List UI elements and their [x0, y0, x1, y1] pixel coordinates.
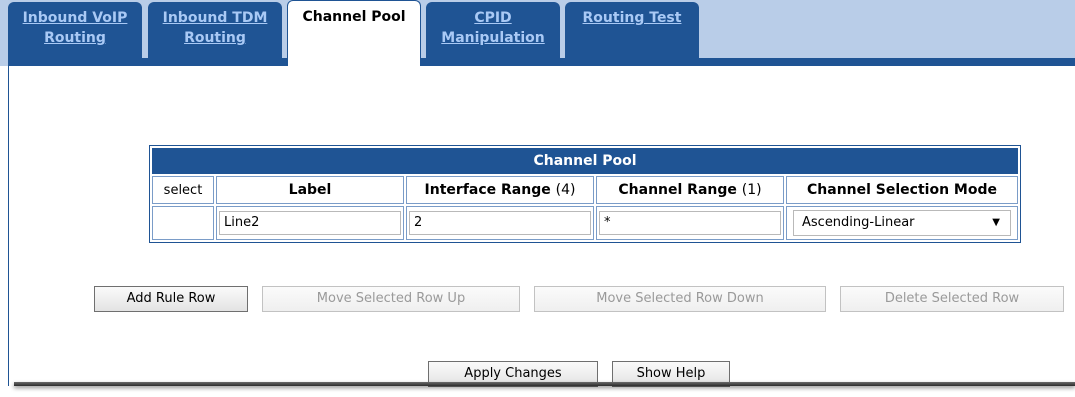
interface-range-input[interactable]: 2	[409, 211, 591, 235]
chevron-down-icon: ▼	[992, 217, 1000, 228]
tab-label-line1: Routing Test	[582, 10, 682, 26]
tab-label-line1: CPID	[474, 10, 512, 26]
col-header-hint: (4)	[555, 182, 576, 198]
tab-routing-test[interactable]: Routing Test	[565, 2, 699, 58]
row-select-cell[interactable]	[152, 206, 214, 240]
table-caption: Channel Pool	[152, 148, 1018, 174]
tab-label-line2: Manipulation	[441, 30, 545, 46]
tab-inbound-tdm-routing[interactable]: Inbound TDM Routing	[148, 2, 282, 58]
table-row: Line2 2 * Ascending-Linear ▼	[152, 206, 1018, 240]
selection-mode-select[interactable]: Ascending-Linear ▼	[793, 210, 1011, 236]
channel-range-input[interactable]: *	[599, 211, 781, 235]
bottom-divider	[14, 382, 1075, 386]
tab-label-line1: Inbound TDM	[162, 10, 268, 26]
add-rule-row-button[interactable]: Add Rule Row	[94, 286, 248, 312]
tab-bar: Inbound VoIP Routing Inbound TDM Routing…	[0, 0, 1075, 66]
col-header-select: select	[152, 176, 214, 204]
tab-label-line1: Inbound VoIP	[22, 10, 128, 26]
tab-cpid-manipulation[interactable]: CPID Manipulation	[426, 2, 560, 58]
col-header-interface-range: Interface Range (4)	[406, 176, 594, 204]
content-left-border	[8, 66, 9, 386]
col-header-label: Label	[216, 176, 404, 204]
delete-row-button[interactable]: Delete Selected Row	[840, 286, 1064, 312]
tab-label-line1: Channel Pool	[302, 9, 406, 25]
move-row-up-button[interactable]: Move Selected Row Up	[262, 286, 520, 312]
col-header-text: Channel Range	[618, 182, 737, 198]
selection-mode-value: Ascending-Linear	[802, 215, 915, 230]
col-header-text: Interface Range	[424, 182, 551, 198]
channel-pool-table: Channel Pool select Label Interface Rang…	[149, 145, 1021, 243]
label-input[interactable]: Line2	[219, 211, 401, 235]
tab-label-line2: Routing	[184, 30, 246, 46]
col-header-hint: (1)	[741, 182, 762, 198]
tab-channel-pool[interactable]: Channel Pool	[287, 0, 421, 66]
move-row-down-button[interactable]: Move Selected Row Down	[534, 286, 826, 312]
col-header-channel-range: Channel Range (1)	[596, 176, 784, 204]
tab-inbound-voip-routing[interactable]: Inbound VoIP Routing	[8, 2, 142, 58]
tab-underline	[8, 58, 1075, 66]
tab-label-line2: Routing	[44, 30, 106, 46]
col-header-selection-mode: Channel Selection Mode	[786, 176, 1018, 204]
